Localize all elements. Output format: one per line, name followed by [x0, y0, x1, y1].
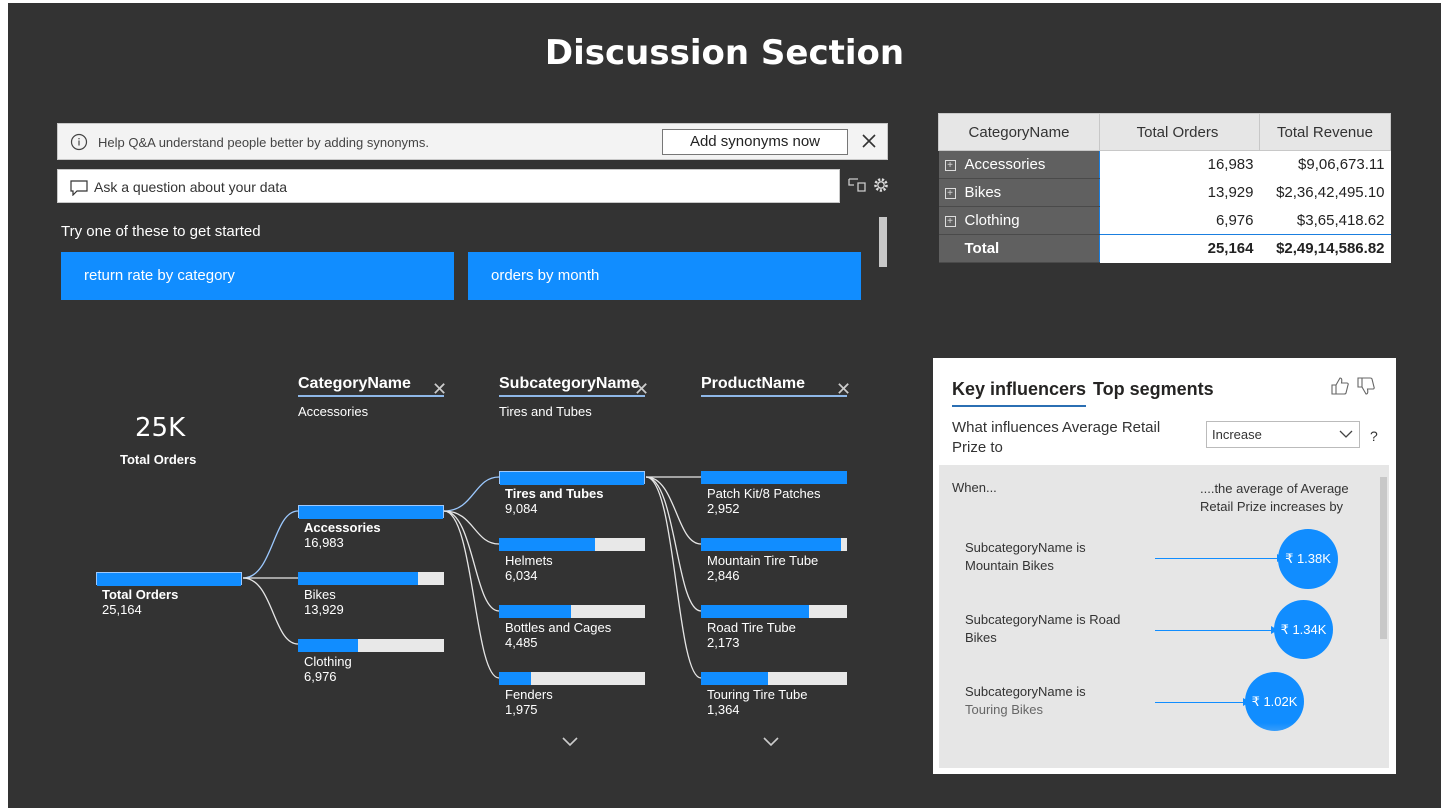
node-bar	[499, 672, 645, 685]
bar-fill	[499, 672, 532, 685]
node-bar	[499, 538, 645, 551]
node-label: Bottles and Cages	[505, 620, 612, 635]
node-label: Patch Kit/8 Patches	[707, 486, 821, 501]
arrow-icon	[1155, 554, 1284, 562]
node-label: Mountain Tire Tube	[707, 553, 819, 568]
tree-node-fenders[interactable]: Fenders 1,975	[499, 672, 645, 717]
node-value: 2,173	[707, 635, 740, 650]
bar-fill	[701, 605, 810, 618]
chevron-down-icon	[1339, 430, 1353, 438]
node-value: 2,846	[707, 568, 740, 583]
influencer-text: Touring Bikes	[965, 702, 1044, 717]
node-bar	[701, 605, 847, 618]
node-label: Helmets	[505, 553, 553, 568]
tree-node-bikes[interactable]: Bikes 13,929	[298, 572, 444, 617]
node-bar	[298, 572, 444, 585]
arrow-icon	[1155, 626, 1278, 634]
influencer-item[interactable]: SubcategoryName is Mountain Bikes	[965, 539, 1135, 575]
node-label: Fenders	[505, 687, 553, 702]
node-value: 2,952	[707, 501, 740, 516]
influencer-question: What influences Average Retail Prize to	[952, 419, 1161, 456]
dropdown-value: Increase	[1212, 427, 1262, 442]
node-value: 6,034	[505, 568, 538, 583]
node-value: 9,084	[505, 501, 538, 516]
bar-fill	[499, 538, 596, 551]
influencer-scrollbar[interactable]	[1380, 477, 1387, 639]
tab-top-segments[interactable]: Top segments	[1093, 379, 1214, 400]
node-value: 4,485	[505, 635, 538, 650]
scroll-fade	[939, 723, 1380, 768]
node-value: 1,975	[505, 702, 538, 717]
tree-node-root[interactable]: Total Orders 25,164	[96, 572, 242, 617]
node-bar	[96, 572, 242, 586]
tree-node-clothing[interactable]: Clothing 6,976	[298, 639, 444, 684]
tree-node-accessories[interactable]: Accessories 16,983	[298, 505, 444, 550]
node-bar	[701, 672, 847, 685]
node-label: Road Tire Tube	[707, 620, 796, 635]
tree-node-helmets[interactable]: Helmets 6,034	[499, 538, 645, 583]
tree-node-mountain-tire-tube[interactable]: Mountain Tire Tube 2,846	[701, 538, 847, 583]
influence-bubble[interactable]: ₹ 1.38K	[1278, 529, 1338, 589]
influencer-item[interactable]: SubcategoryName is Road Bikes	[965, 611, 1135, 647]
node-bar	[298, 639, 444, 652]
thumbs-up-icon[interactable]	[1330, 376, 1350, 396]
node-value: 1,364	[707, 702, 740, 717]
node-label: Touring Tire Tube	[707, 687, 808, 702]
bar-fill	[701, 471, 847, 484]
bar-fill	[701, 538, 842, 551]
bar-fill	[299, 506, 443, 519]
tree-node-patch-kit[interactable]: Patch Kit/8 Patches 2,952	[701, 471, 847, 516]
node-bar	[298, 505, 444, 519]
when-header: When...	[952, 480, 997, 495]
bar-fill	[298, 572, 418, 585]
node-label: Tires and Tubes	[505, 486, 604, 501]
tree-node-touring-tire-tube[interactable]: Touring Tire Tube 1,364	[701, 672, 847, 717]
node-value: 16,983	[304, 535, 344, 550]
tree-node-tires-and-tubes[interactable]: Tires and Tubes 9,084	[499, 471, 645, 516]
bar-fill	[298, 639, 358, 652]
influencer-list: When... ....the average of Average Retai…	[939, 465, 1389, 768]
help-icon[interactable]: ?	[1370, 428, 1378, 444]
bar-fill	[97, 573, 241, 586]
node-value: 25,164	[102, 602, 142, 617]
node-label: Clothing	[304, 654, 352, 669]
bar-fill	[701, 672, 769, 685]
node-bar	[499, 471, 645, 485]
tree-node-bottles-and-cages[interactable]: Bottles and Cages 4,485	[499, 605, 645, 650]
report-canvas: Discussion Section Help Q&A understand p…	[8, 3, 1441, 808]
influence-bubble[interactable]: ₹ 1.34K	[1274, 600, 1333, 659]
influencer-item[interactable]: SubcategoryName is Touring Bikes	[965, 683, 1135, 719]
node-bar	[701, 471, 847, 484]
node-label: Bikes	[304, 587, 336, 602]
influencer-text: SubcategoryName is	[965, 684, 1086, 699]
node-value: 13,929	[304, 602, 344, 617]
bar-fill	[500, 472, 644, 485]
tree-node-road-tire-tube[interactable]: Road Tire Tube 2,173	[701, 605, 847, 650]
thumbs-down-icon[interactable]	[1356, 376, 1376, 396]
increase-dropdown[interactable]: Increase	[1206, 421, 1360, 448]
average-header: ....the average of Average Retail Prize …	[1200, 481, 1349, 514]
bar-fill	[499, 605, 571, 618]
node-bar	[701, 538, 847, 551]
arrow-icon	[1155, 698, 1250, 706]
node-value: 6,976	[304, 669, 337, 684]
node-label: Total Orders	[102, 587, 179, 602]
tab-key-influencers[interactable]: Key influencers	[952, 379, 1087, 407]
chevron-down-icon[interactable]	[762, 735, 780, 747]
chevron-down-icon[interactable]	[561, 735, 579, 747]
node-label: Accessories	[304, 520, 381, 535]
node-bar	[499, 605, 645, 618]
key-influencers-visual: Key influencers Top segments What influe…	[933, 358, 1396, 774]
